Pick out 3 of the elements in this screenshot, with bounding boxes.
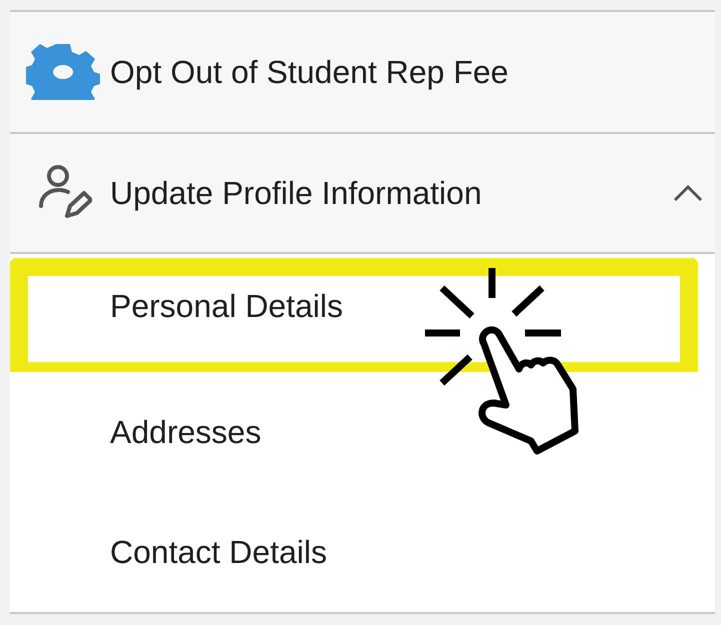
submenu-item[interactable]: Addresses (110, 408, 262, 456)
submenu-item[interactable]: Personal Details (110, 282, 343, 330)
submenu-item[interactable]: Contact Details (110, 528, 327, 576)
